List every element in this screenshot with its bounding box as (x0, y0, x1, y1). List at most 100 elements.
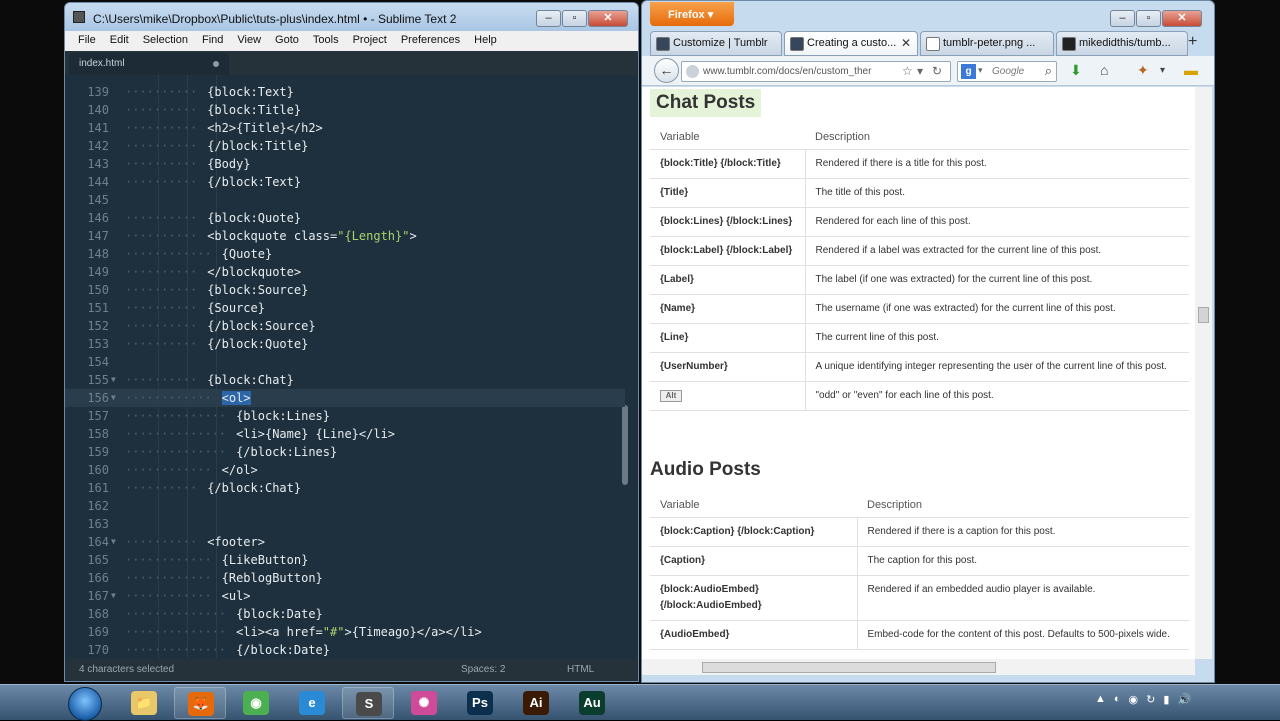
google-engine-icon[interactable]: g (961, 64, 976, 79)
code-line[interactable]: 139 ·········· {block:Text} (65, 83, 625, 101)
menu-file[interactable]: File (71, 31, 103, 51)
code-line[interactable]: 142 ·········· {/block:Title} (65, 137, 625, 155)
tray-arrow-icon[interactable]: ▲ (1095, 693, 1106, 706)
code-editor[interactable]: 139 ·········· {block:Text} 140 ·········· {b… (65, 75, 638, 659)
code-line[interactable]: 148 ············ {Quote} (65, 245, 625, 263)
sublime-titlebar[interactable]: C:\Users\mike\Dropbox\Public\tuts-plus\i… (65, 3, 638, 31)
fold-arrow-icon[interactable]: ▼ (111, 371, 116, 389)
spaces-setting[interactable]: Spaces: 2 (461, 664, 505, 675)
browser-tab[interactable]: tumblr-peter.png ... (920, 31, 1054, 56)
tray-volume-icon[interactable]: 🔊 (1177, 693, 1191, 706)
dropdown-arrow-icon[interactable]: ▾ (917, 64, 923, 78)
code-line[interactable]: 160 ············ </ol> (65, 461, 625, 479)
code-line[interactable]: 144 ·········· {/block:Text} (65, 173, 625, 191)
code-line[interactable]: 145 (65, 191, 625, 209)
reload-icon[interactable]: ↻ (932, 64, 942, 78)
browser-tab[interactable]: Customize | Tumblr (650, 31, 782, 56)
new-tab-button[interactable]: + (1188, 33, 1197, 51)
download-icon[interactable]: ⬇ (1070, 62, 1082, 79)
code-line[interactable]: 150 ·········· {block:Source} (65, 281, 625, 299)
taskbar-button[interactable]: ◉ (230, 687, 282, 719)
code-line[interactable]: 152 ·········· {/block:Source} (65, 317, 625, 335)
code-line[interactable]: 163 (65, 515, 625, 533)
taskbar-button[interactable]: Au (566, 687, 618, 719)
taskbar-button[interactable]: S (342, 687, 394, 719)
horizontal-scrollbar[interactable] (642, 659, 1195, 675)
taskbar-button[interactable]: e (286, 687, 338, 719)
code-line[interactable]: 169 ·············· <li><a href="#">{Timeag… (65, 623, 625, 641)
tab-index-html[interactable]: index.html (69, 53, 229, 75)
fold-arrow-icon[interactable]: ▼ (111, 389, 116, 407)
code-line[interactable]: 149 ·········· </blockquote> (65, 263, 625, 281)
close-button[interactable]: ✕ (1162, 10, 1202, 27)
search-box[interactable]: g ▾ Google ⌕ (957, 61, 1057, 82)
bookmarks-icon[interactable]: ▬ (1184, 62, 1198, 78)
menu-view[interactable]: View (230, 31, 268, 51)
start-button[interactable] (68, 687, 102, 721)
taskbar-button[interactable]: ✺ (398, 687, 450, 719)
code-line[interactable]: 159 ·············· {/block:Lines} (65, 443, 625, 461)
minimize-button[interactable]: – (536, 10, 561, 27)
home-icon[interactable]: ⌂ (1100, 62, 1108, 78)
code-line[interactable]: 141 ·········· <h2>{Title}</h2> (65, 119, 625, 137)
code-line[interactable]: 168 ·············· {block:Date} (65, 605, 625, 623)
code-line[interactable]: 143 ·········· {Body} (65, 155, 625, 173)
tray-network-icon[interactable]: ▮ (1163, 693, 1169, 706)
browser-tab[interactable]: mikedidthis/tumb... (1056, 31, 1188, 56)
menu-project[interactable]: Project (346, 31, 394, 51)
fold-arrow-icon[interactable]: ▼ (111, 587, 116, 605)
code-line[interactable]: 147 ·········· <blockquote class="{Length}… (65, 227, 625, 245)
code-line[interactable]: 158 ·············· <li>{Name} {Line}</li> (65, 425, 625, 443)
menu-help[interactable]: Help (467, 31, 504, 51)
code-line[interactable]: 146 ·········· {block:Quote} (65, 209, 625, 227)
taskbar-button[interactable]: Ai (510, 687, 562, 719)
code-line[interactable]: 162 (65, 497, 625, 515)
taskbar-button[interactable]: 🦊 (174, 687, 226, 719)
syntax-setting[interactable]: HTML (567, 664, 594, 675)
code-line[interactable]: 170 ·············· {/block:Date} (65, 641, 625, 659)
fold-arrow-icon[interactable]: ▼ (111, 533, 116, 551)
maximize-button[interactable]: ▫ (562, 10, 587, 27)
tray-sync-icon[interactable]: ↻ (1146, 693, 1155, 706)
engine-dropdown-icon[interactable]: ▾ (978, 65, 983, 76)
menu-selection[interactable]: Selection (136, 31, 195, 51)
close-button[interactable]: ✕ (588, 10, 628, 27)
menu-tools[interactable]: Tools (306, 31, 346, 51)
code-line[interactable]: 140 ·········· {block:Title} (65, 101, 625, 119)
code-line[interactable]: 165 ············ {LikeButton} (65, 551, 625, 569)
addon-icon[interactable]: ✦ (1137, 62, 1149, 79)
search-icon[interactable]: ⌕ (1045, 63, 1052, 79)
vertical-scroll-thumb[interactable] (1198, 307, 1209, 323)
unsaved-dot-icon[interactable] (213, 61, 219, 67)
code-line[interactable]: 164 ▼ ·········· <footer> (65, 533, 625, 551)
back-button[interactable]: ← (654, 58, 679, 83)
code-line[interactable]: 154 (65, 353, 625, 371)
code-line[interactable]: 153 ·········· {/block:Quote} (65, 335, 625, 353)
menu-edit[interactable]: Edit (103, 31, 136, 51)
addon-dropdown-icon[interactable]: ▾ (1160, 65, 1165, 76)
code-line[interactable]: 155 ▼ ·········· {block:Chat} (65, 371, 625, 389)
url-bar[interactable]: www.tumblr.com/docs/en/custom_ther ☆ ▾ ↻ (681, 61, 951, 82)
site-identity-icon[interactable] (686, 65, 699, 78)
code-line[interactable]: 166 ············ {ReblogButton} (65, 569, 625, 587)
tray-chrome-icon[interactable]: ◉ (1129, 693, 1139, 706)
vertical-scrollbar[interactable] (1195, 87, 1212, 659)
taskbar-button[interactable]: Ps (454, 687, 506, 719)
firefox-menu-button[interactable]: Firefox ▾ (650, 2, 734, 26)
bookmark-star-icon[interactable]: ☆ (902, 64, 913, 78)
code-line[interactable]: 167 ▼ ············ <ul> (65, 587, 625, 605)
code-line[interactable]: 157 ·············· {block:Lines} (65, 407, 625, 425)
code-line[interactable]: 156 ▼ ············ <ol> (65, 389, 625, 407)
menu-preferences[interactable]: Preferences (394, 31, 467, 51)
tray-app-icon[interactable]: ◐ (1114, 693, 1121, 706)
browser-tab[interactable]: Creating a custo... ✕ (784, 31, 918, 56)
close-tab-icon[interactable]: ✕ (901, 36, 911, 50)
taskbar-button[interactable]: 📁 (118, 687, 170, 719)
code-line[interactable]: 151 ·········· {Source} (65, 299, 625, 317)
maximize-button[interactable]: ▫ (1136, 10, 1161, 27)
minimize-button[interactable]: – (1110, 10, 1135, 27)
menu-find[interactable]: Find (195, 31, 230, 51)
menu-goto[interactable]: Goto (268, 31, 306, 51)
code-line[interactable]: 161 ·········· {/block:Chat} (65, 479, 625, 497)
horizontal-scroll-thumb[interactable] (702, 662, 996, 673)
